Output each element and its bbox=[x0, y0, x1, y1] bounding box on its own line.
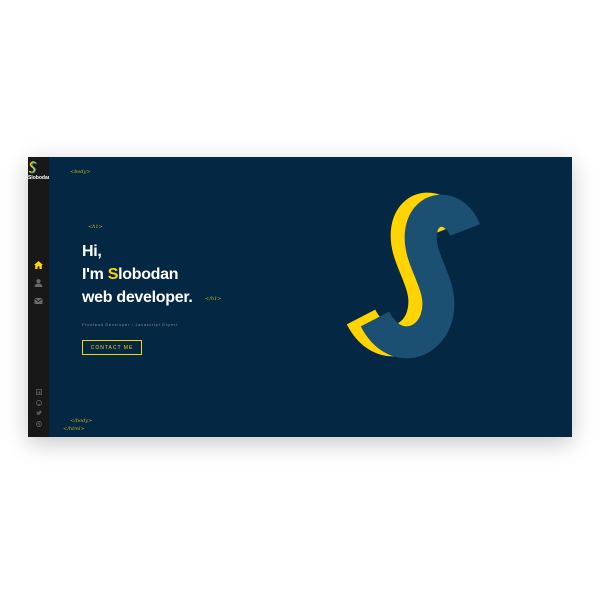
h1-close-tag: </h1> bbox=[205, 296, 222, 302]
github-icon bbox=[35, 399, 42, 406]
headline-prefix: I'm bbox=[82, 266, 108, 283]
contact-me-button[interactable]: CONTACT ME bbox=[82, 340, 142, 355]
hero-headline: Hi, I'm Slobodan web developer. bbox=[82, 240, 193, 309]
social-skype[interactable] bbox=[28, 419, 49, 430]
hero-section: <body> <h1> Hi, I'm Slobodan web develop… bbox=[49, 157, 572, 437]
big-s-logo-icon bbox=[346, 192, 480, 359]
site-logo[interactable]: Slobodan bbox=[28, 161, 51, 181]
twitter-icon bbox=[35, 410, 42, 415]
envelope-icon bbox=[34, 297, 43, 304]
social-linkedin[interactable] bbox=[28, 387, 49, 398]
body-close-tag: </body> bbox=[70, 418, 93, 424]
headline-line-1: Hi, bbox=[82, 243, 102, 260]
nav-about[interactable] bbox=[28, 275, 49, 293]
nav-contact[interactable] bbox=[28, 293, 49, 311]
sidebar: Slobodan bbox=[28, 157, 51, 437]
skype-icon bbox=[35, 420, 42, 427]
h1-open-tag: <h1> bbox=[88, 224, 103, 230]
headline-line-3: web developer. bbox=[82, 289, 193, 306]
linkedin-icon bbox=[35, 389, 42, 395]
social-twitter[interactable] bbox=[28, 408, 49, 419]
social-links bbox=[28, 387, 49, 429]
social-github[interactable] bbox=[28, 398, 49, 409]
user-icon bbox=[34, 279, 43, 287]
browser-frame: Slobodan <body> <h1> Hi, I'm Slobodan we… bbox=[28, 157, 572, 437]
html-close-tag: </html> bbox=[63, 426, 85, 432]
logo-s-icon bbox=[29, 161, 37, 174]
nav-home[interactable] bbox=[28, 257, 49, 275]
hero-subtitle: Frontend Developer / Javascript Expert bbox=[82, 322, 178, 327]
headline-name: lobodan bbox=[118, 266, 179, 283]
headline-initial: S bbox=[107, 266, 119, 283]
home-icon bbox=[34, 261, 43, 269]
sidebar-nav bbox=[28, 257, 49, 311]
body-open-tag: <body> bbox=[70, 169, 91, 175]
logo-text: Slobodan bbox=[28, 175, 51, 181]
headline-line-2: I'm Slobodan bbox=[82, 263, 193, 286]
